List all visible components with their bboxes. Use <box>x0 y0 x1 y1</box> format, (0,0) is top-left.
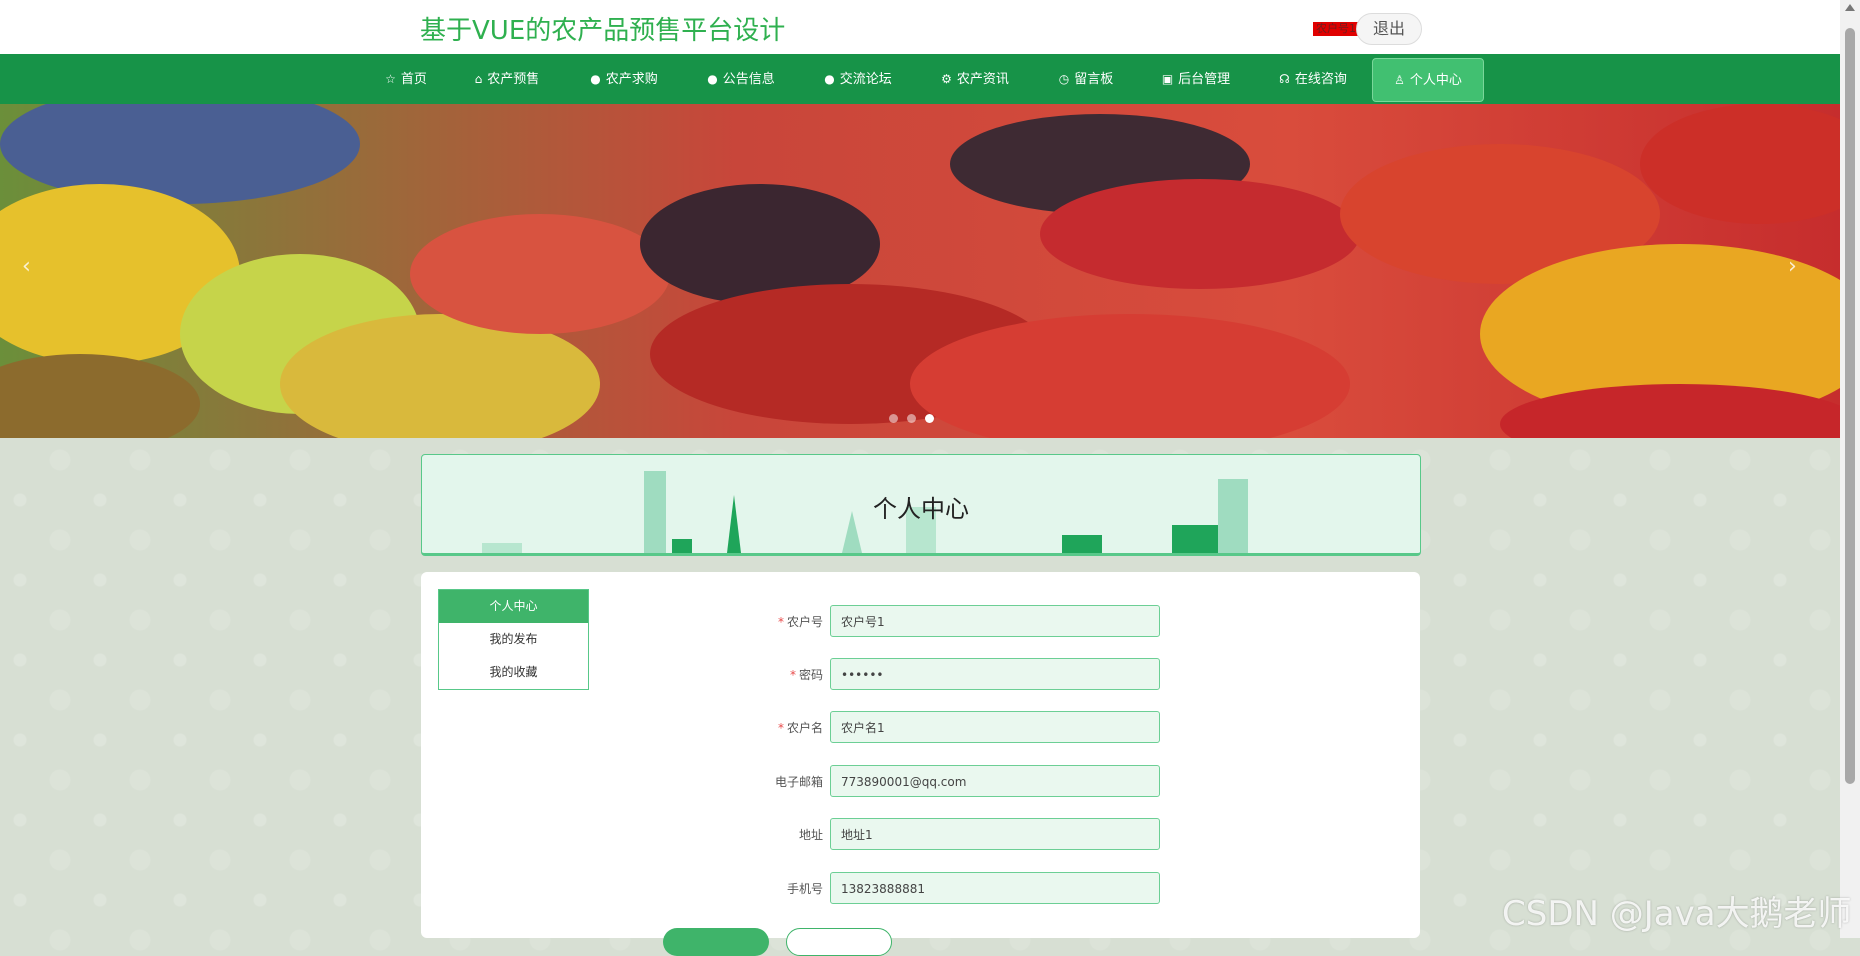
scroll-up-icon[interactable] <box>1845 4 1855 11</box>
bag-icon: ⌂ <box>474 72 483 86</box>
farmer-id-label: * 农户号 <box>777 615 823 629</box>
carousel-dot[interactable] <box>907 414 916 423</box>
nav-item-purchase[interactable]: ● 农产求购 <box>584 54 664 104</box>
nav-item-news[interactable]: ⚙ 农产资讯 <box>935 54 1015 104</box>
info-icon: ● <box>707 72 718 86</box>
nav-item-notice[interactable]: ● 公告信息 <box>701 54 781 104</box>
nav-label: 留言板 <box>1074 72 1114 87</box>
side-menu-my-favorites[interactable]: 我的收藏 <box>439 656 588 689</box>
nav-label: 个人中心 <box>1409 73 1462 88</box>
phone-input[interactable]: 13823888881 <box>830 872 1160 904</box>
phone-label: 手机号 <box>786 882 823 896</box>
scroll-thumb[interactable] <box>1845 28 1855 784</box>
nav-item-personal-center[interactable]: ♙ 个人中心 <box>1372 58 1484 102</box>
email-label: 电子邮箱 <box>774 775 823 789</box>
settings-icon: ⚙ <box>941 72 952 86</box>
side-menu-my-posts[interactable]: 我的发布 <box>439 623 588 656</box>
star-icon: ☆ <box>385 72 396 86</box>
nav-item-online-consult[interactable]: ☊ 在线咨询 <box>1273 54 1353 104</box>
carousel-dot-active[interactable] <box>925 414 934 423</box>
main-nav: ☆ 首页 ⌂ 农产预售 ● 农产求购 ● 公告信息 ● 交流论坛 ⚙ 农产资讯 ◷ 留言板 ▣… <box>0 54 1840 104</box>
top-header: 基于VUE的农产品预售平台设计 农户号1 退出 <box>0 0 1840 54</box>
side-menu: 个人中心 我的发布 我的收藏 <box>438 589 589 690</box>
nav-label: 交流论坛 <box>839 72 892 87</box>
nav-label: 农产预售 <box>487 72 540 87</box>
password-label: * 密码 <box>789 668 823 682</box>
update-button[interactable] <box>663 928 769 956</box>
nav-label: 后台管理 <box>1178 72 1231 87</box>
fruit-banner-image <box>0 104 1840 438</box>
nav-label: 农产求购 <box>605 72 658 87</box>
profile-card: 个人中心 我的发布 我的收藏 * 农户号 农户号1 * 密码 •••••• * 农户名… <box>421 572 1420 956</box>
logout-button[interactable]: 退出 <box>1356 13 1422 45</box>
site-title: 基于VUE的农产品预售平台设计 <box>420 16 786 46</box>
nav-item-admin[interactable]: ▣ 后台管理 <box>1156 54 1236 104</box>
banner-carousel: ‹ › <box>0 104 1840 438</box>
info-icon: ● <box>590 72 601 86</box>
nav-item-home[interactable]: ☆ 首页 <box>372 54 440 104</box>
address-label: 地址 <box>798 828 823 842</box>
side-menu-personal-center[interactable]: 个人中心 <box>439 590 588 623</box>
info-icon: ● <box>824 72 835 86</box>
carousel-next-icon[interactable]: › <box>1788 254 1797 279</box>
message-icon: ◷ <box>1058 72 1070 86</box>
carousel-dot[interactable] <box>889 414 898 423</box>
nav-label: 公告信息 <box>722 72 775 87</box>
nav-item-presale[interactable]: ⌂ 农产预售 <box>467 54 547 104</box>
user-icon: ♙ <box>1394 73 1405 87</box>
watermark-text: CSDN @Java大鹅老师 <box>1502 894 1852 934</box>
email-input[interactable]: 773890001@qq.com <box>830 765 1160 797</box>
gift-icon: ▣ <box>1161 72 1174 86</box>
required-mark: * <box>777 615 784 629</box>
user-name-badge: 农户号1 <box>1313 22 1359 36</box>
nav-label: 农产资讯 <box>956 72 1009 87</box>
carousel-prev-icon[interactable]: ‹ <box>22 254 31 279</box>
required-mark: * <box>777 721 784 735</box>
page-title: 个人中心 <box>873 495 969 523</box>
required-mark: * <box>789 668 796 682</box>
nav-item-forum[interactable]: ● 交流论坛 <box>818 54 898 104</box>
address-input[interactable]: 地址1 <box>830 818 1160 850</box>
nav-label: 首页 <box>400 72 427 87</box>
page-header-banner: 个人中心 <box>421 454 1421 556</box>
nav-label: 在线咨询 <box>1294 72 1347 87</box>
password-input[interactable]: •••••• <box>830 658 1160 690</box>
nav-item-message-board[interactable]: ◷ 留言板 <box>1052 54 1120 104</box>
vertical-scrollbar[interactable] <box>1840 0 1860 938</box>
headset-icon: ☊ <box>1279 72 1290 86</box>
farmer-id-input[interactable]: 农户号1 <box>830 605 1160 637</box>
farmer-name-label: * 农户名 <box>777 721 823 735</box>
logout-form-button[interactable] <box>786 928 892 956</box>
farmer-name-input[interactable]: 农户名1 <box>830 711 1160 743</box>
